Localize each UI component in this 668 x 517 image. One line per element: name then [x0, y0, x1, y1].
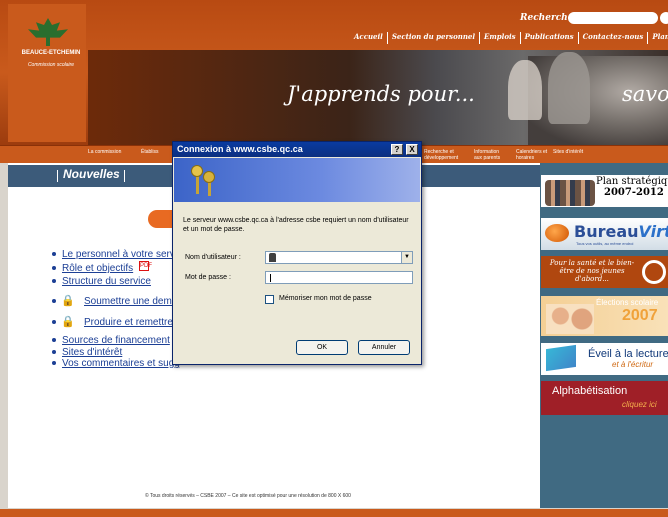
bottom-bar [0, 509, 668, 517]
promo-bureau-sub: Tous vos outils, au même endroi [576, 241, 634, 246]
logo-subtitle: Commission scolaire [27, 62, 75, 68]
subnav-sites[interactable]: Sites d'intérêt [553, 149, 583, 155]
dialog-message: Le serveur www.csbe.qc.ca à l'adresse cs… [183, 217, 409, 233]
subnav-commission[interactable]: La commission [88, 149, 121, 155]
keys-icon [187, 163, 227, 197]
username-label: Nom d'utilisateur : [185, 254, 241, 261]
top-nav: Accueil Section du personnel Emplois Pub… [350, 32, 668, 44]
dialog-title: Connexion à www.csbe.qc.ca [177, 144, 303, 154]
browser-page: J'apprends pour... savoir BEAUCE-ETCHEMI… [0, 0, 668, 517]
promo-elections-year: 2007 [622, 307, 658, 324]
cancel-button[interactable]: Annuler [358, 340, 410, 355]
photo-grandparent [548, 52, 590, 124]
user-icon [269, 253, 276, 262]
logo-name: BEAUCE-ETCHEMIN [21, 50, 81, 56]
promo-plan-title: Plan stratégique2007-2012 [596, 176, 668, 198]
photo-child [508, 60, 542, 120]
close-button[interactable]: X [406, 144, 418, 155]
promo-lecture-title: Éveil à la lecture [588, 348, 668, 360]
remember-password-label[interactable]: Mémoriser mon mot de passe [279, 295, 372, 302]
promo-bureau-title: BureauVirtue [574, 222, 668, 241]
banner-tagline-right: savoir [622, 82, 668, 106]
logo[interactable]: BEAUCE-ETCHEMIN Commission scolaire [8, 4, 86, 142]
promo-lecture-sub: et à l'écritur [612, 360, 654, 369]
search-label: Recherche [520, 13, 574, 23]
search-go-button[interactable] [660, 12, 668, 24]
chevron-down-icon[interactable]: ▼ [401, 252, 412, 263]
lock-icon: 🔒 [61, 316, 75, 328]
nav-personnel[interactable]: Section du personnel [388, 32, 481, 44]
search-input[interactable] [568, 12, 658, 24]
promo-sante-text: Pour la santé et le bien-être de nos jeu… [549, 259, 635, 283]
promo-alpha-title: Alphabétisation [552, 385, 628, 397]
people-photo [545, 180, 595, 206]
username-field[interactable]: ▼ [265, 251, 413, 264]
nav-publications[interactable]: Publications [521, 32, 579, 44]
section-title: Nouvelles [63, 167, 120, 181]
ok-button[interactable]: OK [296, 340, 348, 355]
login-dialog: Connexion à www.csbe.qc.ca ? X Le serveu… [172, 141, 422, 365]
footer-copyright: © Tous droits réservés – CSBE 2007 – Ce … [145, 493, 351, 499]
subnav-recherche[interactable]: Recherche et développement [424, 149, 458, 161]
password-field[interactable] [265, 271, 413, 284]
lock-icon: 🔒 [61, 295, 75, 307]
nav-accueil[interactable]: Accueil [350, 32, 388, 44]
banner-tagline: J'apprends pour... [287, 82, 475, 106]
book-icon [546, 344, 576, 372]
remember-password-checkbox[interactable] [265, 295, 274, 304]
subnav-etablissements[interactable]: Établiss [141, 149, 159, 155]
orb-icon [545, 224, 569, 242]
people-photo [546, 304, 594, 334]
maple-leaf-icon [22, 14, 74, 48]
nav-contact[interactable]: Contactez-nous [579, 32, 649, 44]
dialog-titlebar[interactable]: Connexion à www.csbe.qc.ca ? X [173, 142, 421, 157]
subnav-calendriers[interactable]: Calendriers et horaires [516, 149, 548, 161]
help-button[interactable]: ? [391, 144, 403, 155]
subnav-information[interactable]: Information aux parents [474, 149, 508, 161]
ring-icon [642, 260, 666, 284]
nav-plan-du-site[interactable]: Plan du si [648, 32, 668, 44]
promo-elections-title: Élections scolaire [596, 298, 659, 307]
pdf-icon: PDF [139, 261, 152, 271]
nav-emplois[interactable]: Emplois [480, 32, 521, 44]
password-label: Mot de passe : [185, 274, 231, 281]
promo-alpha-sub: cliquez ici [622, 400, 657, 409]
